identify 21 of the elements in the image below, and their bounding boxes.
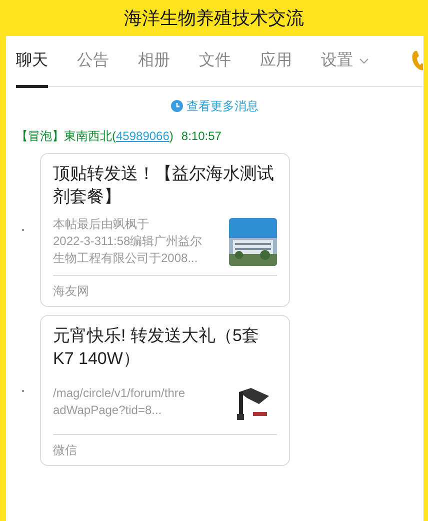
card-title: 元宵快乐! 转发送大礼（5套 K7 140W） bbox=[53, 325, 260, 370]
card-title: 顶贴转发送！【益尔海水测试 剂套餐】 bbox=[53, 163, 275, 208]
tab[interactable]: 应用 bbox=[260, 36, 292, 88]
window-title: 海洋生物养殖技术交流 bbox=[124, 6, 304, 30]
card-source: 海友网 bbox=[53, 284, 89, 298]
card-source: 微信 bbox=[53, 443, 77, 457]
sender-id-link[interactable]: 45989066 bbox=[116, 129, 170, 143]
more-messages-link[interactable]: 查看更多消息 bbox=[170, 97, 258, 115]
tab[interactable]: 公告 bbox=[77, 36, 109, 88]
card-summary: /mag/circle/v1/forum/thre adWapPage?tid=8... bbox=[53, 385, 186, 419]
tab[interactable]: 相册 bbox=[138, 36, 170, 88]
shared-link-card[interactable]: 元宵快乐! 转发送大礼（5套 K7 140W） /mag/circle/v1/forum/thre adWapPage?tid=8... 微信 bbox=[40, 315, 290, 466]
message-time: 8:10:57 bbox=[181, 129, 222, 143]
clock-icon bbox=[170, 100, 182, 112]
tab[interactable]: 聊天 bbox=[16, 36, 48, 88]
card-summary: 本帖最后由飒枫于 2022-3-311:58编辑广州益尔 生物工程有限公司于2008... bbox=[53, 216, 204, 267]
sender-name: 【冒泡】東南西北(45989066) bbox=[16, 129, 174, 143]
tab[interactable]: 设置 bbox=[321, 36, 369, 88]
caret-icon bbox=[359, 58, 369, 64]
tab[interactable]: 文件 bbox=[199, 36, 231, 88]
shared-link-card[interactable]: 顶贴转发送！【益尔海水测试 剂套餐】 本帖最后由飒枫于 2022-3-311:58编辑广州益尔 生物工程有限公司于2008... 海友网 bbox=[40, 153, 290, 307]
